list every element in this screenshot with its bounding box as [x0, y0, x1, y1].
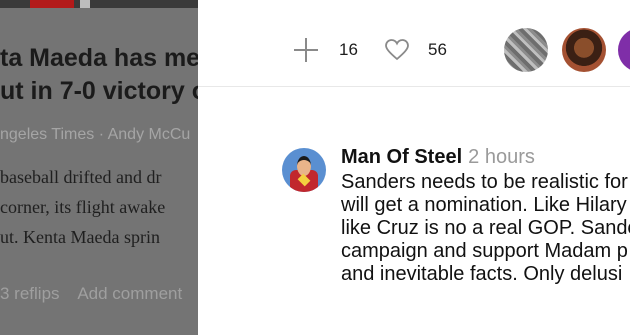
- comments-panel: 16 56 Man Of Steel 2 hours Sanders needs …: [198, 0, 630, 335]
- excerpt-line: baseball drifted and dr: [0, 167, 162, 187]
- background-article-card: ta Maeda has mer ut in 7-0 victory ov ng…: [0, 0, 198, 335]
- comment-text: Sanders needs to be realistic for will g…: [341, 171, 630, 286]
- photo-red-element: [30, 0, 74, 8]
- avatar-head: [297, 156, 311, 176]
- comment-time: 2 hours: [468, 146, 535, 168]
- comment-line: like Cruz is no a real GOP. Sande: [341, 217, 630, 239]
- add-icon[interactable]: [294, 38, 318, 62]
- comment-author[interactable]: Man Of Steel: [341, 146, 462, 168]
- add-count: 16: [339, 40, 358, 59]
- action-bar: 16 56: [198, 0, 630, 87]
- comment-line: campaign and support Madam p: [341, 240, 628, 262]
- article-meta: ngeles Times · Andy McCu: [0, 126, 191, 143]
- avatar[interactable]: [562, 28, 606, 72]
- like-count: 56: [428, 40, 447, 59]
- avatar[interactable]: [504, 28, 548, 72]
- add-comment-link[interactable]: Add comment: [77, 284, 182, 303]
- article-photo-strip: [0, 0, 198, 8]
- excerpt-line: corner, its flight awake: [0, 197, 166, 217]
- article-footer: 3 reflips Add comment: [0, 284, 196, 304]
- avatar[interactable]: [618, 28, 630, 72]
- article-title-line: ut in 7-0 victory ov: [0, 77, 198, 105]
- avatar[interactable]: [282, 148, 326, 192]
- reflips-link[interactable]: 3 reflips: [0, 284, 60, 303]
- comment-line: Sanders needs to be realistic for: [341, 171, 628, 193]
- comment-header: Man Of Steel 2 hours: [341, 146, 535, 169]
- photo-white-element: [80, 0, 90, 8]
- heart-icon[interactable]: [385, 39, 409, 61]
- excerpt-line: ut. Kenta Maeda sprin: [0, 227, 160, 247]
- article-excerpt: baseball drifted and dr corner, its flig…: [0, 162, 165, 252]
- article-title[interactable]: ta Maeda has mer ut in 7-0 victory ov: [0, 42, 198, 108]
- comment-line: and inevitable facts. Only delusi: [341, 263, 623, 285]
- article-title-line: ta Maeda has mer: [0, 44, 198, 72]
- comment-line: will get a nomination. Like Hilary: [341, 194, 627, 216]
